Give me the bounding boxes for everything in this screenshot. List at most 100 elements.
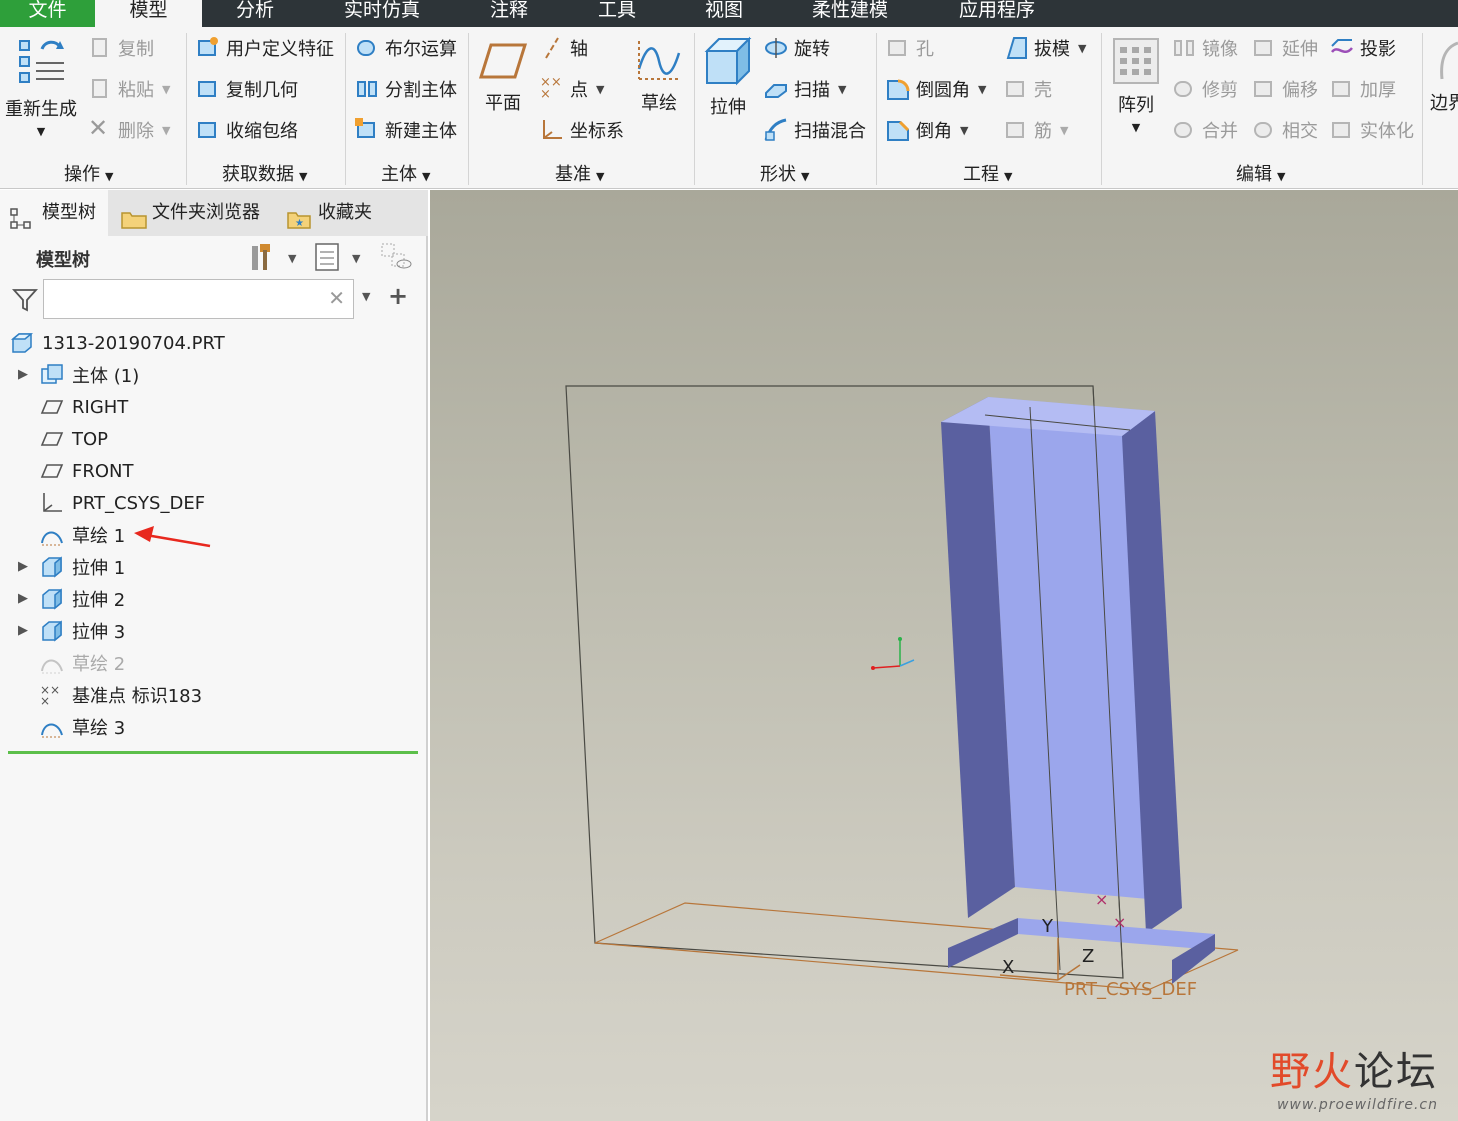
- menu-tab-simulation[interactable]: 实时仿真: [320, 0, 444, 27]
- group-label-datum[interactable]: 基准 ▼: [555, 160, 604, 186]
- tree-item[interactable]: ▶ 拉伸 2: [0, 583, 420, 615]
- delete-button[interactable]: ✕ 删除 ▼: [88, 115, 170, 145]
- tab-favorites[interactable]: ★ 收藏夹: [286, 190, 372, 236]
- datum-plane-top[interactable]: [594, 902, 1239, 991]
- boundary-blend-button[interactable]: 边界: [1430, 39, 1458, 115]
- add-filter-icon[interactable]: +: [388, 282, 408, 310]
- udf-button[interactable]: 用户定义特征: [196, 33, 334, 63]
- menu-tab-file[interactable]: 文件: [0, 0, 95, 27]
- menu-tab-tools[interactable]: 工具: [578, 0, 656, 27]
- pattern-button[interactable]: 阵列 ▼: [1108, 37, 1164, 134]
- plane-button[interactable]: 平面: [474, 39, 532, 115]
- tab-model-tree[interactable]: 模型树: [0, 190, 108, 236]
- thicken-button[interactable]: 加厚: [1330, 74, 1396, 104]
- menu-tab-view[interactable]: 视图: [685, 0, 763, 27]
- tree-item[interactable]: PRT_CSYS_DEF: [0, 487, 420, 519]
- tree-item[interactable]: 1313-20190704.PRT: [0, 327, 420, 359]
- sweep-dropdown-icon[interactable]: ▼: [838, 83, 846, 96]
- shrinkwrap-button[interactable]: 收缩包络: [196, 115, 298, 145]
- expand-arrow-icon[interactable]: ▶: [18, 623, 28, 638]
- tab-folder-browser[interactable]: 文件夹浏览器: [118, 190, 260, 236]
- menu-tab-model[interactable]: 模型: [95, 0, 202, 27]
- datum-point-marker[interactable]: ×: [1095, 890, 1108, 909]
- regenerate-button[interactable]: 重新生成 ▼: [4, 35, 78, 138]
- tree-settings-button[interactable]: ▼: [250, 242, 300, 277]
- point-button[interactable]: ×× × 点 ▼: [540, 74, 604, 104]
- project-button[interactable]: 投影: [1330, 33, 1396, 63]
- watermark-url: www.proewildfire.cn: [1276, 1097, 1438, 1113]
- hole-button[interactable]: 孔: [886, 33, 934, 63]
- revolve-button[interactable]: 旋转: [764, 33, 830, 63]
- round-button[interactable]: 倒圆角 ▼: [886, 74, 986, 104]
- chamfer-button[interactable]: 倒角 ▼: [886, 115, 968, 145]
- extend-button[interactable]: 延伸: [1252, 33, 1318, 63]
- split-body-button[interactable]: 分割主体: [355, 74, 457, 104]
- new-body-button[interactable]: 新建主体: [355, 115, 457, 145]
- expand-arrow-icon[interactable]: ▶: [18, 367, 28, 382]
- intersect-button[interactable]: 相交: [1252, 115, 1318, 145]
- sketch-button[interactable]: 草绘: [630, 39, 688, 115]
- tree-item[interactable]: TOP: [0, 423, 420, 455]
- insert-indicator[interactable]: [8, 751, 418, 754]
- menu-tab-annotate[interactable]: 注释: [470, 0, 548, 27]
- tree-item[interactable]: FRONT: [0, 455, 420, 487]
- round-dropdown-icon[interactable]: ▼: [978, 83, 986, 96]
- swept-blend-button[interactable]: 扫描混合: [764, 115, 866, 145]
- tree-item[interactable]: ▶ 拉伸 1: [0, 551, 420, 583]
- draft-button[interactable]: 拔模 ▼: [1004, 33, 1086, 63]
- point-dropdown-icon[interactable]: ▼: [596, 83, 604, 96]
- copy-geometry-button[interactable]: 复制几何: [196, 74, 298, 104]
- solidify-button[interactable]: 实体化: [1330, 115, 1414, 145]
- group-label-operations[interactable]: 操作 ▼: [64, 160, 113, 186]
- round-icon: [886, 77, 910, 101]
- group-label-get-data[interactable]: 获取数据 ▼: [222, 160, 307, 186]
- tree-columns-button[interactable]: ▼: [314, 242, 364, 277]
- menu-tab-applications[interactable]: 应用程序: [940, 0, 1054, 27]
- tree-item[interactable]: 草绘 3: [0, 711, 420, 743]
- graphics-viewport[interactable]: × × Y X Z PRT_CSYS_DEF 野火论坛 www.proewild…: [430, 190, 1458, 1121]
- group-label-editing[interactable]: 编辑 ▼: [1236, 160, 1285, 186]
- paste-button[interactable]: 粘贴 ▼: [88, 74, 170, 104]
- menu-tab-flexible-modeling[interactable]: 柔性建模: [795, 0, 905, 27]
- tree-item[interactable]: RIGHT: [0, 391, 420, 423]
- mirror-button[interactable]: 镜像: [1172, 33, 1238, 63]
- tree-show-hide-button[interactable]: [380, 242, 414, 277]
- model-graphics[interactable]: × × Y X Z PRT_CSYS_DEF: [430, 190, 1458, 1121]
- csys-name-label[interactable]: PRT_CSYS_DEF: [1064, 979, 1197, 1000]
- tree-item[interactable]: ▶ 拉伸 3: [0, 615, 420, 647]
- offset-button[interactable]: 偏移: [1252, 74, 1318, 104]
- paste-dropdown-icon[interactable]: ▼: [162, 83, 170, 96]
- tree-item-label: 草绘 3: [72, 718, 126, 739]
- merge-button[interactable]: 合并: [1172, 115, 1238, 145]
- axis-button[interactable]: 轴: [540, 33, 588, 63]
- rib-dropdown-icon[interactable]: ▼: [1060, 124, 1068, 137]
- tree-item[interactable]: 草绘 2: [0, 647, 420, 679]
- extrude-button[interactable]: 拉伸: [700, 35, 756, 119]
- delete-dropdown-icon[interactable]: ▼: [162, 124, 170, 137]
- pattern-dropdown-icon[interactable]: ▼: [1108, 121, 1164, 134]
- search-input[interactable]: [50, 280, 320, 316]
- regenerate-dropdown-icon[interactable]: ▼: [4, 125, 78, 138]
- boolean-button[interactable]: 布尔运算: [355, 33, 457, 63]
- expand-arrow-icon[interactable]: ▶: [18, 591, 28, 606]
- group-label-body[interactable]: 主体 ▼: [381, 160, 430, 186]
- datum-point-marker[interactable]: ×: [1113, 913, 1126, 932]
- tree-item[interactable]: ▶ 主体 (1): [0, 359, 420, 391]
- csys-label: 坐标系: [570, 121, 624, 142]
- tree-item[interactable]: ×× × 基准点 标识183: [0, 679, 420, 711]
- chamfer-dropdown-icon[interactable]: ▼: [960, 124, 968, 137]
- expand-arrow-icon[interactable]: ▶: [18, 559, 28, 574]
- csys-button[interactable]: 坐标系: [540, 115, 624, 145]
- extrude-icon: [704, 36, 752, 86]
- group-label-shapes[interactable]: 形状 ▼: [760, 160, 809, 186]
- clear-search-icon[interactable]: ✕: [328, 286, 345, 310]
- shell-button[interactable]: 壳: [1004, 74, 1052, 104]
- search-dropdown-icon[interactable]: ▼: [362, 290, 370, 303]
- group-label-engineering[interactable]: 工程 ▼: [963, 160, 1012, 186]
- trim-button[interactable]: 修剪: [1172, 74, 1238, 104]
- draft-dropdown-icon[interactable]: ▼: [1078, 42, 1086, 55]
- rib-button[interactable]: 筋 ▼: [1004, 115, 1068, 145]
- sweep-button[interactable]: 扫描 ▼: [764, 74, 846, 104]
- menu-tab-analysis[interactable]: 分析: [202, 0, 308, 27]
- copy-button[interactable]: 复制: [88, 33, 154, 63]
